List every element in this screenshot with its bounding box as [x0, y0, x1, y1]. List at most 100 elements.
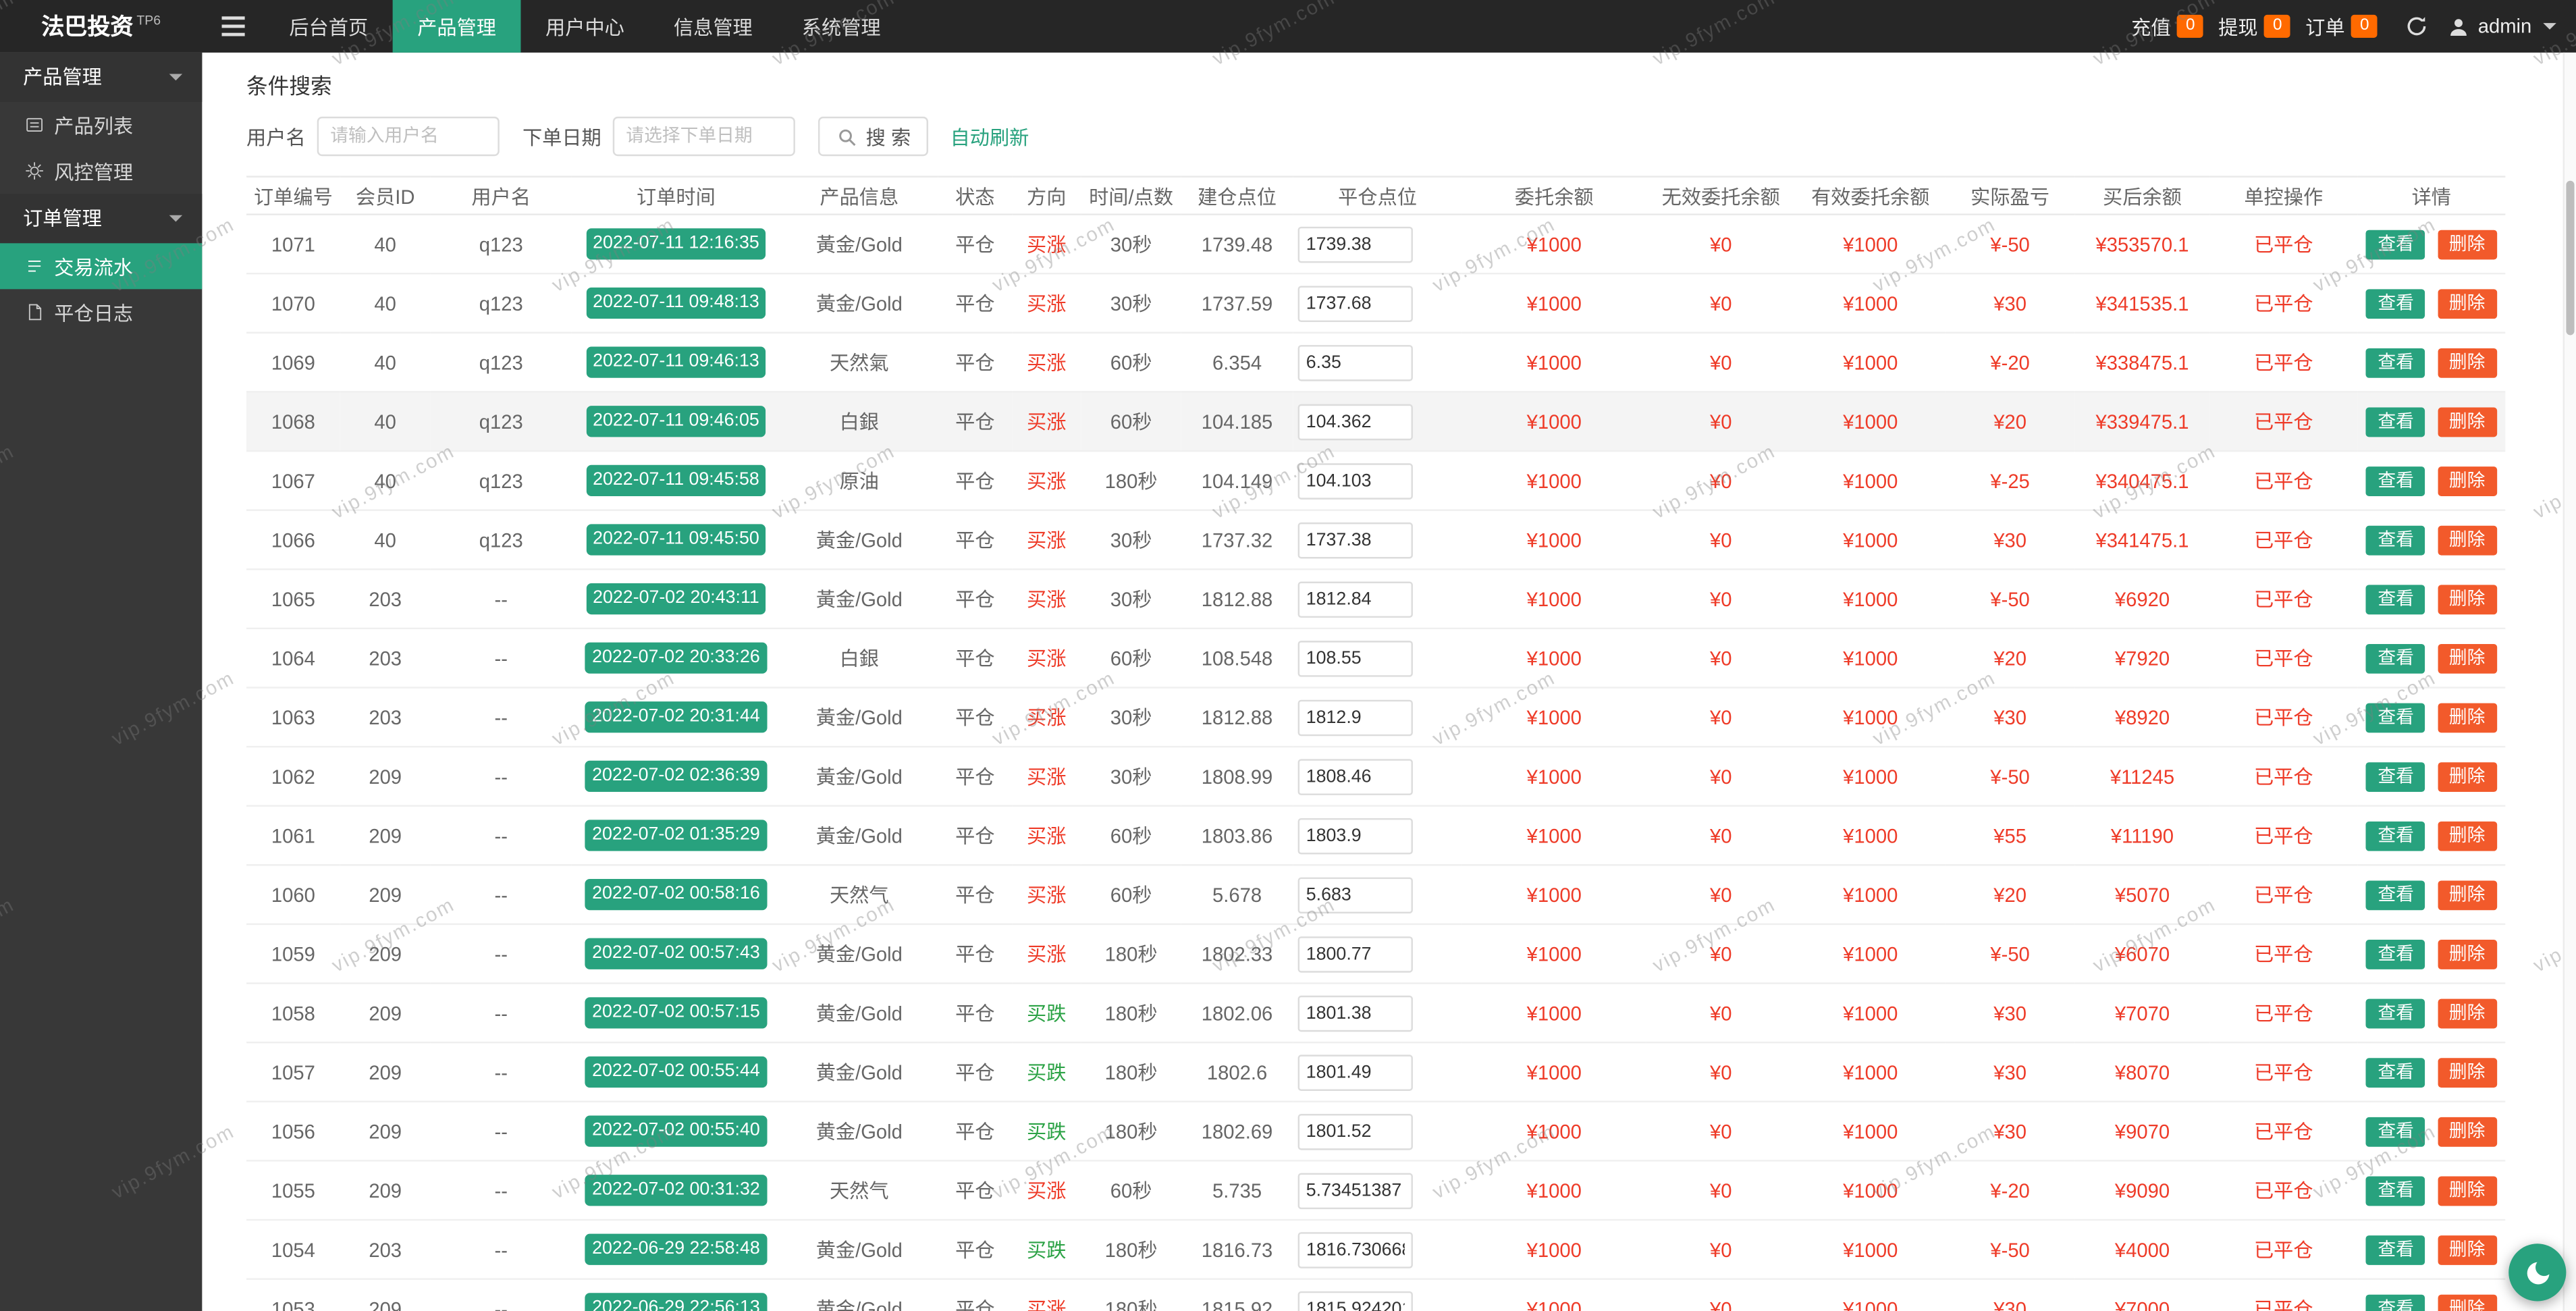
order-time-button[interactable]: 2022-07-02 01:35:29 — [585, 820, 766, 851]
order-date-input[interactable] — [613, 117, 795, 156]
view-button[interactable]: 查看 — [2366, 998, 2425, 1027]
recharge-count-badge[interactable]: 0 — [2177, 15, 2203, 38]
order-time-button[interactable]: 2022-07-02 20:31:44 — [585, 701, 766, 732]
order-time-button[interactable]: 2022-06-29 22:56:13 — [585, 1293, 766, 1311]
delete-button[interactable]: 删除 — [2438, 761, 2497, 791]
delete-button[interactable]: 删除 — [2438, 702, 2497, 732]
recharge-link[interactable]: 充值 — [2131, 12, 2170, 40]
view-button[interactable]: 查看 — [2366, 1235, 2425, 1264]
order-time-button[interactable]: 2022-07-02 00:55:40 — [585, 1115, 766, 1146]
order-time-button[interactable]: 2022-07-11 09:46:05 — [586, 406, 766, 437]
withdraw-count-badge[interactable]: 0 — [2264, 15, 2290, 38]
close-price-input[interactable] — [1298, 936, 1413, 972]
view-button[interactable]: 查看 — [2366, 406, 2425, 436]
view-button[interactable]: 查看 — [2366, 466, 2425, 496]
delete-button[interactable]: 删除 — [2438, 525, 2497, 555]
close-price-input[interactable] — [1298, 876, 1413, 913]
delete-button[interactable]: 删除 — [2438, 1175, 2497, 1205]
view-button[interactable]: 查看 — [2366, 1117, 2425, 1146]
delete-button[interactable]: 删除 — [2438, 466, 2497, 496]
close-price-input[interactable] — [1298, 226, 1413, 263]
close-price-input[interactable] — [1298, 403, 1413, 439]
view-button[interactable]: 查看 — [2366, 288, 2425, 318]
sidebar-item-close-log[interactable]: 平仓日志 — [0, 289, 202, 335]
nav-item-user-center[interactable]: 用户中心 — [521, 0, 649, 53]
view-button[interactable]: 查看 — [2366, 348, 2425, 377]
order-time-button[interactable]: 2022-07-02 00:31:32 — [585, 1175, 766, 1206]
close-price-input[interactable] — [1298, 758, 1413, 795]
close-price-input[interactable] — [1298, 522, 1413, 558]
order-time-button[interactable]: 2022-07-11 09:48:13 — [586, 288, 766, 319]
view-button[interactable]: 查看 — [2366, 1175, 2425, 1205]
view-button[interactable]: 查看 — [2366, 880, 2425, 909]
close-price-input[interactable] — [1298, 1291, 1413, 1311]
auto-refresh-link[interactable]: 自动刷新 — [950, 122, 1029, 150]
delete-button[interactable]: 删除 — [2438, 821, 2497, 851]
view-button[interactable]: 查看 — [2366, 1057, 2425, 1087]
view-button[interactable]: 查看 — [2366, 1294, 2425, 1311]
order-link[interactable]: 订单 — [2305, 12, 2344, 40]
refresh-icon[interactable] — [2406, 15, 2429, 38]
nav-item-home[interactable]: 后台首页 — [265, 0, 393, 53]
delete-button[interactable]: 删除 — [2438, 1235, 2497, 1264]
close-price-input[interactable] — [1298, 344, 1413, 381]
theme-toggle-fab[interactable] — [2508, 1243, 2566, 1301]
order-time-button[interactable]: 2022-07-11 09:45:58 — [586, 465, 766, 496]
hamburger-icon[interactable] — [202, 16, 264, 36]
sidebar-group-order-mgmt[interactable]: 订单管理 — [0, 194, 202, 243]
nav-item-info[interactable]: 信息管理 — [649, 0, 777, 53]
delete-button[interactable]: 删除 — [2438, 939, 2497, 969]
sidebar-group-product-mgmt[interactable]: 产品管理 — [0, 53, 202, 102]
order-time-button[interactable]: 2022-07-02 02:36:39 — [585, 761, 766, 792]
close-price-input[interactable] — [1298, 581, 1413, 617]
view-button[interactable]: 查看 — [2366, 939, 2425, 969]
close-price-input[interactable] — [1298, 640, 1413, 676]
sidebar-item-product-list[interactable]: 产品列表 — [0, 102, 202, 148]
delete-button[interactable]: 删除 — [2438, 1294, 2497, 1311]
scrollbar-thumb[interactable] — [2566, 181, 2574, 336]
sidebar-item-trade-flow[interactable]: 交易流水 — [0, 243, 202, 289]
delete-button[interactable]: 删除 — [2438, 880, 2497, 909]
close-price-input[interactable] — [1298, 462, 1413, 499]
view-button[interactable]: 查看 — [2366, 643, 2425, 673]
view-button[interactable]: 查看 — [2366, 584, 2425, 614]
sidebar-item-risk-mgmt[interactable]: 风控管理 — [0, 148, 202, 194]
delete-button[interactable]: 删除 — [2438, 643, 2497, 673]
order-time-button[interactable]: 2022-07-02 00:57:15 — [585, 997, 766, 1028]
delete-button[interactable]: 删除 — [2438, 1117, 2497, 1146]
close-price-input[interactable] — [1298, 285, 1413, 321]
view-button[interactable]: 查看 — [2366, 702, 2425, 732]
order-time-button[interactable]: 2022-07-11 09:46:13 — [586, 347, 766, 378]
delete-button[interactable]: 删除 — [2438, 406, 2497, 436]
close-price-input[interactable] — [1298, 818, 1413, 854]
close-price-input[interactable] — [1298, 699, 1413, 736]
delete-button[interactable]: 删除 — [2438, 1057, 2497, 1087]
view-button[interactable]: 查看 — [2366, 525, 2425, 555]
delete-button[interactable]: 删除 — [2438, 998, 2497, 1027]
delete-button[interactable]: 删除 — [2438, 584, 2497, 614]
view-button[interactable]: 查看 — [2366, 761, 2425, 791]
order-time-button[interactable]: 2022-07-02 20:33:26 — [585, 643, 766, 674]
delete-button[interactable]: 删除 — [2438, 348, 2497, 377]
nav-item-system[interactable]: 系统管理 — [777, 0, 905, 53]
view-button[interactable]: 查看 — [2366, 821, 2425, 851]
order-time-button[interactable]: 2022-07-11 09:45:50 — [586, 524, 766, 555]
username-input[interactable] — [317, 117, 500, 156]
order-count-badge[interactable]: 0 — [2351, 15, 2378, 38]
view-button[interactable]: 查看 — [2366, 229, 2425, 259]
order-time-button[interactable]: 2022-07-02 00:57:43 — [585, 938, 766, 969]
user-menu[interactable]: admin — [2448, 15, 2556, 38]
close-price-input[interactable] — [1298, 1113, 1413, 1150]
close-price-input[interactable] — [1298, 1172, 1413, 1208]
order-time-button[interactable]: 2022-06-29 22:58:48 — [585, 1234, 766, 1265]
close-price-input[interactable] — [1298, 1054, 1413, 1090]
search-button[interactable]: 搜 索 — [818, 117, 929, 156]
withdraw-link[interactable]: 提现 — [2218, 12, 2257, 40]
close-price-input[interactable] — [1298, 995, 1413, 1032]
delete-button[interactable]: 删除 — [2438, 229, 2497, 259]
delete-button[interactable]: 删除 — [2438, 288, 2497, 318]
order-time-button[interactable]: 2022-07-02 00:58:16 — [585, 879, 766, 910]
order-time-button[interactable]: 2022-07-11 12:16:35 — [586, 228, 766, 259]
order-time-button[interactable]: 2022-07-02 20:43:11 — [586, 583, 766, 614]
order-time-button[interactable]: 2022-07-02 00:55:44 — [585, 1056, 766, 1088]
